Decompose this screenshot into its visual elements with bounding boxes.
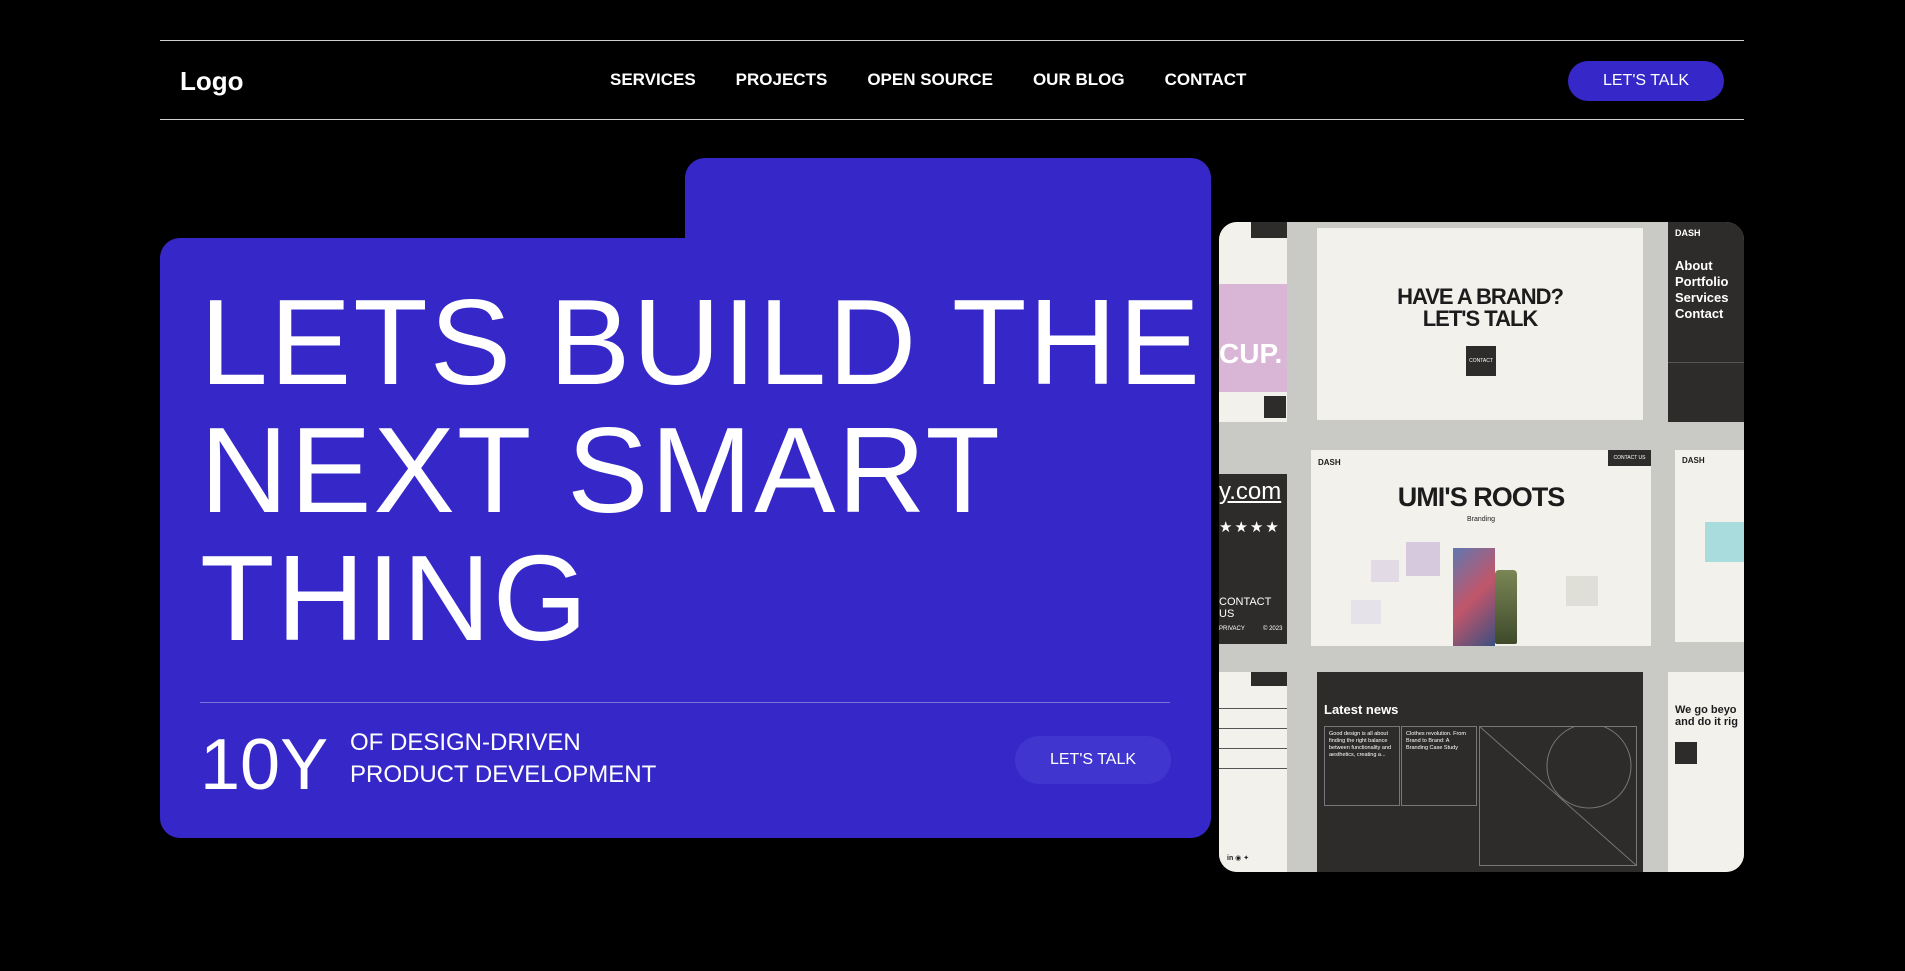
mock-card-umis-roots: DASH CONTACT US UMI'S ROOTS Branding — [1311, 450, 1651, 646]
mock-project-tag: Branding — [1466, 516, 1496, 523]
mock-domain-text: y.com — [1219, 478, 1282, 505]
mock-card-dash-menu: DASH About Portfolio Services Contact — [1668, 222, 1744, 422]
mock-line-1 — [1219, 708, 1287, 709]
mock-contact-pill-3 — [1251, 672, 1287, 686]
mock-privacy-text: PRIVACY — [1219, 626, 1245, 632]
mock-dash-divider — [1668, 362, 1744, 363]
mock-card-latest-news: Latest news Good design is all about fin… — [1317, 672, 1643, 872]
mock-square-button — [1264, 396, 1286, 418]
headline-line-3: THING — [200, 530, 590, 666]
tagline-line-2: PRODUCT DEVELOPMENT — [350, 761, 657, 788]
nav-link-projects[interactable]: PROJECTS — [736, 70, 828, 90]
headline-line-2: NEXT SMART — [200, 402, 1002, 538]
mock-project-title: UMI'S ROOTS — [1397, 482, 1565, 512]
mock-year-text: © 2023 — [1263, 626, 1283, 632]
mock-dash-label: DASH — [1675, 228, 1701, 238]
mock-card-cup: CUP. — [1219, 222, 1287, 422]
mock-contact-pill-2: CONTACT US — [1608, 450, 1651, 466]
mock-dash-menu-about: About — [1675, 258, 1713, 273]
mock-pixel-3 — [1351, 600, 1381, 624]
mock-cup-text: CUP. — [1219, 338, 1283, 369]
mock-brand-contact-button: CONTACT — [1466, 346, 1496, 376]
headline-line-1: LETS BUILD THE — [200, 274, 1203, 410]
mock-dash-menu-contact: Contact — [1675, 306, 1724, 321]
mock-news-illustration — [1479, 726, 1637, 866]
years-count: 10Y — [200, 725, 329, 805]
mock-brand-title-1: HAVE A BRAND? — [1397, 284, 1564, 309]
nav-link-our-blog[interactable]: OUR BLOG — [1033, 70, 1125, 90]
mock-product-bottle — [1495, 570, 1517, 644]
lets-talk-hero-button[interactable]: LET'S TALK — [1015, 736, 1171, 784]
mock-line-4 — [1219, 768, 1287, 769]
mock-card-brand: HAVE A BRAND? LET'S TALK CONTACT — [1317, 228, 1643, 420]
hero-headline: LETS BUILD THE NEXT SMART THING — [200, 278, 1202, 662]
mock-line-2 — [1219, 728, 1287, 729]
mock-product-box — [1453, 548, 1495, 646]
mock-pixel-2 — [1406, 542, 1440, 576]
top-navigation: Logo SERVICES PROJECTS OPEN SOURCE OUR B… — [160, 40, 1744, 120]
mock-news-item-2: Clothes revolution. From Brand to Brand:… — [1401, 726, 1477, 806]
mock-card-lines: in ◉ ✦ — [1219, 672, 1287, 872]
mock-dash-menu-portfolio: Portfolio — [1675, 274, 1729, 289]
mock-we-go-text: We go beyo and do it rig — [1675, 704, 1738, 728]
mock-we-go-button — [1675, 742, 1697, 764]
mock-dash-label-2: DASH — [1318, 458, 1341, 467]
mock-card-contact: y.com ★★★★ CONTACT US PRIVACY © 2023 — [1219, 474, 1287, 644]
mock-card-we-go: We go beyo and do it rig — [1668, 672, 1744, 872]
mock-pixel-1 — [1371, 560, 1399, 582]
mock-brand-title-2: LET'S TALK — [1422, 306, 1539, 331]
mock-dash-label-3: DASH — [1682, 456, 1705, 465]
mock-news-item-1: Good design is all about finding the rig… — [1324, 726, 1400, 806]
nav-link-open-source[interactable]: OPEN SOURCE — [867, 70, 993, 90]
mock-card-dash-teal: DASH — [1675, 450, 1744, 642]
hero-divider — [200, 702, 1170, 703]
mock-line-3 — [1219, 748, 1287, 749]
mock-social-icons: in ◉ ✦ — [1227, 855, 1250, 862]
mock-stars: ★★★★ — [1219, 519, 1281, 536]
nav-link-contact[interactable]: CONTACT — [1165, 70, 1247, 90]
hero-card: LETS BUILD THE NEXT SMART THING 10Y OF D… — [160, 238, 1211, 838]
portfolio-mockup-image: CUP. HAVE A BRAND? LET'S TALK CONTACT DA… — [1219, 222, 1744, 872]
tagline-line-1: OF DESIGN-DRIVEN — [350, 729, 581, 756]
hero-tagline: OF DESIGN-DRIVEN PRODUCT DEVELOPMENT — [350, 727, 656, 791]
mock-dash-menu-services: Services — [1675, 290, 1729, 305]
mock-contact-pill — [1251, 222, 1287, 238]
lets-talk-nav-button[interactable]: LET'S TALK — [1568, 61, 1724, 101]
mock-teal-block — [1705, 522, 1744, 562]
mock-news-title: Latest news — [1324, 702, 1399, 717]
main-menu: SERVICES PROJECTS OPEN SOURCE OUR BLOG C… — [610, 70, 1246, 90]
mock-contact-us-text: CONTACT US — [1219, 596, 1272, 620]
logo[interactable]: Logo — [180, 66, 244, 97]
mock-pixel-4 — [1566, 576, 1598, 606]
nav-link-services[interactable]: SERVICES — [610, 70, 696, 90]
